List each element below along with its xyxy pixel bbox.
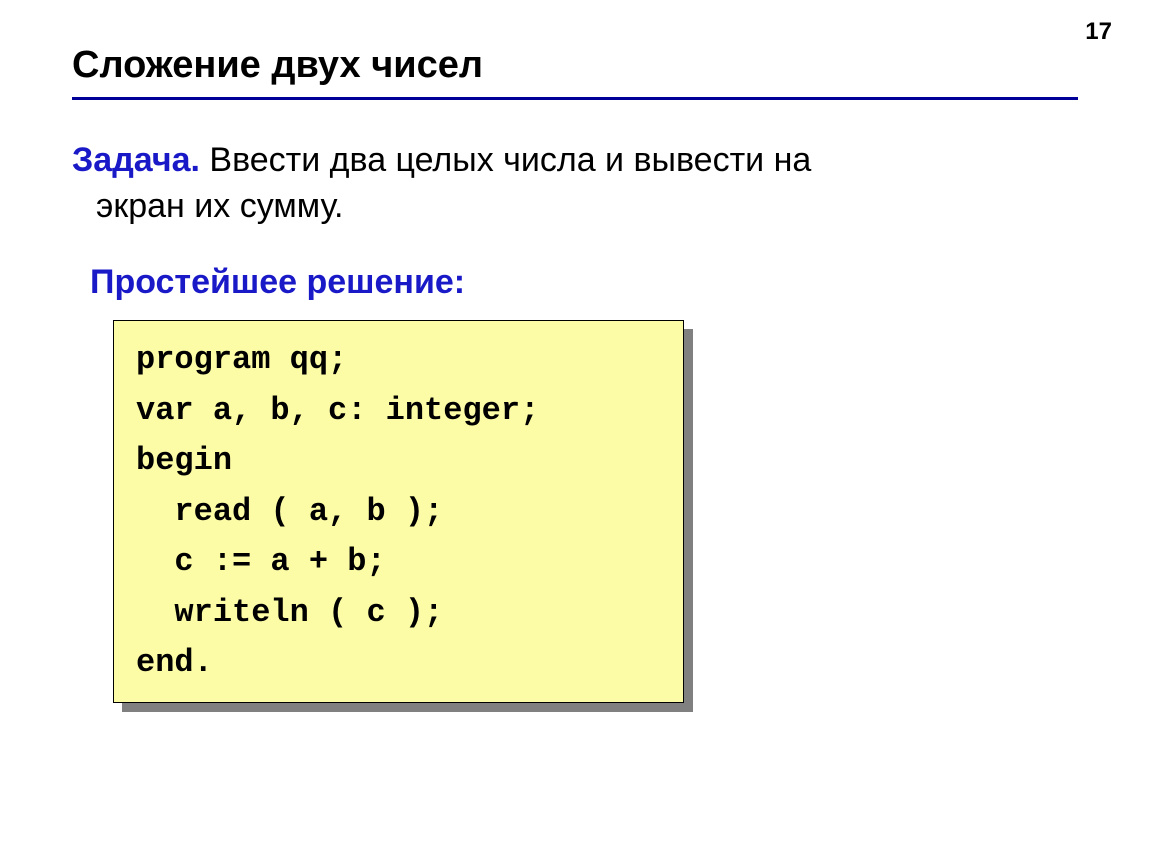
task-label: Задача. [72,141,200,179]
code-line: begin [136,442,232,479]
code-line: writeln ( c ); [136,594,443,631]
solution-label: Простейшее решение: [90,263,465,302]
title-underline [72,97,1078,100]
code-line: c := a + b; [136,543,386,580]
code-box: program qq; var a, b, c: integer; begin … [113,320,684,703]
slide-title: Сложение двух чисел [72,44,483,87]
page-number: 17 [1085,18,1112,46]
task-block: Задача. Ввести два целых числа и вывести… [72,138,892,230]
task-text-line1: Ввести два целых числа и вывести на [200,141,811,179]
code-line: end. [136,644,213,681]
code-line: read ( a, b ); [136,493,443,530]
code-line: program qq; [136,341,347,378]
code-line: var a, b, c: integer; [136,392,539,429]
task-text-line2: экран их сумму. [96,184,892,230]
